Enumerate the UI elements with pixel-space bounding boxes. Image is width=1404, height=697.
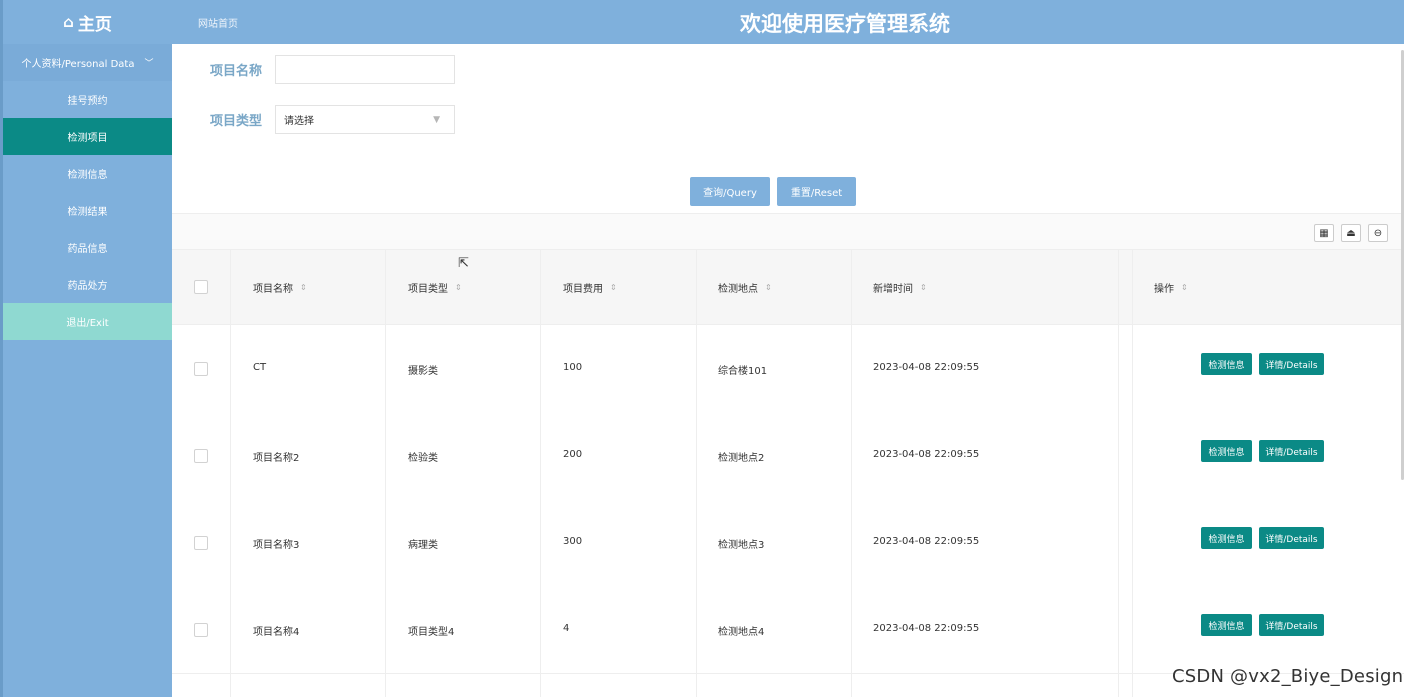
cell-type: 摄影类	[408, 366, 438, 377]
cell-type: 项目类型4	[408, 627, 455, 638]
column-divider	[540, 250, 541, 697]
cell-type: 病理类	[408, 540, 438, 551]
cell-time: 2023-04-08 22:09:55	[873, 362, 980, 373]
test-info-button[interactable]: 检测信息	[1201, 527, 1252, 549]
cell-fee: 100	[563, 362, 583, 373]
type-select-placeholder: 请选择	[284, 116, 314, 127]
sidebar-item-prescription[interactable]: 药品处方	[3, 266, 172, 303]
sort-icon: ⇕	[920, 283, 927, 292]
name-label: 项目名称	[210, 64, 263, 79]
watermark: CSDN @vx2_Biye_Design	[1172, 666, 1404, 687]
type-search-row: 项目类型 请选择 ▼	[210, 105, 455, 134]
table-header: 项目名称 ⇕ 项目类型 ⇕ 项目费用 ⇕ 检测地点 ⇕ 新增时间 ⇕ 操作 ⇕	[172, 250, 1404, 325]
row-checkbox[interactable]	[194, 623, 208, 637]
home-label: 主页	[77, 14, 112, 35]
col-header-place[interactable]: 检测地点 ⇕	[718, 280, 772, 295]
cell-name: 项目名称4	[253, 627, 300, 638]
query-button[interactable]: 查询/Query	[690, 177, 770, 206]
col-header-label: 检测地点	[718, 284, 758, 295]
sidebar: 个人资料/Personal Data ﹀ 挂号预约 检测项目 检测信息 检测结果…	[3, 44, 172, 697]
table-row: CT 摄影类 100 综合楼101 2023-04-08 22:09:55 检测…	[172, 325, 1404, 413]
cell-fee: 300	[563, 536, 583, 547]
cell-place: 检测地点3	[718, 540, 765, 551]
cell-time: 2023-04-08 22:09:55	[873, 449, 980, 460]
name-input[interactable]	[275, 55, 455, 84]
cell-name: 项目名称2	[253, 453, 300, 464]
test-info-button[interactable]: 检测信息	[1201, 440, 1252, 462]
col-header-type[interactable]: 项目类型 ⇕	[408, 280, 462, 295]
cell-place: 检测地点2	[718, 453, 765, 464]
sidebar-item-medicine-info[interactable]: 药品信息	[3, 229, 172, 266]
cell-place: 综合楼101	[718, 366, 768, 377]
table-row: 项目名称4 项目类型4 4 检测地点4 2023-04-08 22:09:55 …	[172, 586, 1404, 674]
col-header-fee[interactable]: 项目费用 ⇕	[563, 280, 617, 295]
type-select[interactable]: 请选择 ▼	[275, 105, 455, 134]
col-header-name[interactable]: 项目名称 ⇕	[253, 280, 307, 295]
column-divider	[1132, 250, 1133, 697]
column-divider	[1118, 250, 1119, 697]
export-icon[interactable]: ⏏	[1341, 224, 1361, 242]
caret-down-icon: ▼	[433, 114, 440, 125]
col-header-label: 操作	[1154, 284, 1174, 295]
sidebar-group-personal-data[interactable]: 个人资料/Personal Data ﹀	[3, 44, 172, 81]
page-title: 欢迎使用医疗管理系统	[740, 12, 950, 36]
cell-type: 检验类	[408, 453, 438, 464]
main-content: 项目名称 项目类型 请选择 ▼ 查询/Query 重置/Reset ▦ ⏏ ⊖ …	[172, 44, 1404, 697]
details-button[interactable]: 详情/Details	[1259, 527, 1324, 549]
col-header-label: 新增时间	[873, 284, 913, 295]
sort-icon: ⇕	[610, 283, 617, 292]
select-all-checkbox[interactable]	[194, 280, 208, 294]
table-row: 项目名称3 病理类 300 检测地点3 2023-04-08 22:09:55 …	[172, 499, 1404, 587]
cell-place: 检测地点4	[718, 627, 765, 638]
test-info-button[interactable]: 检测信息	[1201, 614, 1252, 636]
table-toolbar: ▦ ⏏ ⊖	[172, 213, 1404, 250]
sidebar-item-test-results[interactable]: 检测结果	[3, 192, 172, 229]
col-header-time[interactable]: 新增时间 ⇕	[873, 280, 927, 295]
test-info-button[interactable]: 检测信息	[1201, 353, 1252, 375]
col-header-label: 项目类型	[408, 284, 448, 295]
sort-icon: ⇕	[300, 283, 307, 292]
sidebar-item-appointment[interactable]: 挂号预约	[3, 81, 172, 118]
mouse-cursor-icon: ⇱	[458, 256, 469, 271]
column-divider	[230, 250, 231, 697]
chevron-down-icon: ﹀	[144, 59, 154, 69]
sort-icon: ⇕	[765, 283, 772, 292]
row-checkbox[interactable]	[194, 362, 208, 376]
column-divider	[385, 250, 386, 697]
cell-name: CT	[253, 362, 267, 373]
cell-name: 项目名称3	[253, 540, 300, 551]
row-checkbox[interactable]	[194, 536, 208, 550]
cell-fee: 200	[563, 449, 583, 460]
sort-icon: ⇕	[455, 283, 462, 292]
sidebar-group-label: 个人资料/Personal Data	[21, 59, 135, 70]
col-header-label: 项目费用	[563, 284, 603, 295]
sidebar-item-exit[interactable]: 退出/Exit	[3, 303, 172, 340]
columns-icon[interactable]: ▦	[1314, 224, 1334, 242]
sidebar-item-test-items[interactable]: 检测项目	[3, 118, 172, 155]
column-divider	[696, 250, 697, 697]
details-button[interactable]: 详情/Details	[1259, 353, 1324, 375]
breadcrumb[interactable]: 网站首页	[198, 15, 238, 30]
reset-button[interactable]: 重置/Reset	[777, 177, 856, 206]
sort-icon: ⇕	[1181, 283, 1188, 292]
cell-time: 2023-04-08 22:09:55	[873, 623, 980, 634]
row-checkbox[interactable]	[194, 449, 208, 463]
details-button[interactable]: 详情/Details	[1259, 614, 1324, 636]
type-label: 项目类型	[210, 114, 263, 129]
home-icon: ⌂	[63, 13, 74, 31]
details-button[interactable]: 详情/Details	[1259, 440, 1324, 462]
sidebar-item-test-info[interactable]: 检测信息	[3, 155, 172, 192]
column-divider	[851, 250, 852, 697]
col-header-label: 项目名称	[253, 284, 293, 295]
cell-time: 2023-04-08 22:09:55	[873, 536, 980, 547]
cell-fee: 4	[563, 623, 570, 634]
name-search-row: 项目名称	[210, 55, 455, 84]
home-link[interactable]: ⌂ 主页	[3, 0, 172, 44]
print-icon[interactable]: ⊖	[1368, 224, 1388, 242]
col-header-actions[interactable]: 操作 ⇕	[1154, 280, 1188, 295]
table-row: 项目名称2 检验类 200 检测地点2 2023-04-08 22:09:55 …	[172, 412, 1404, 500]
